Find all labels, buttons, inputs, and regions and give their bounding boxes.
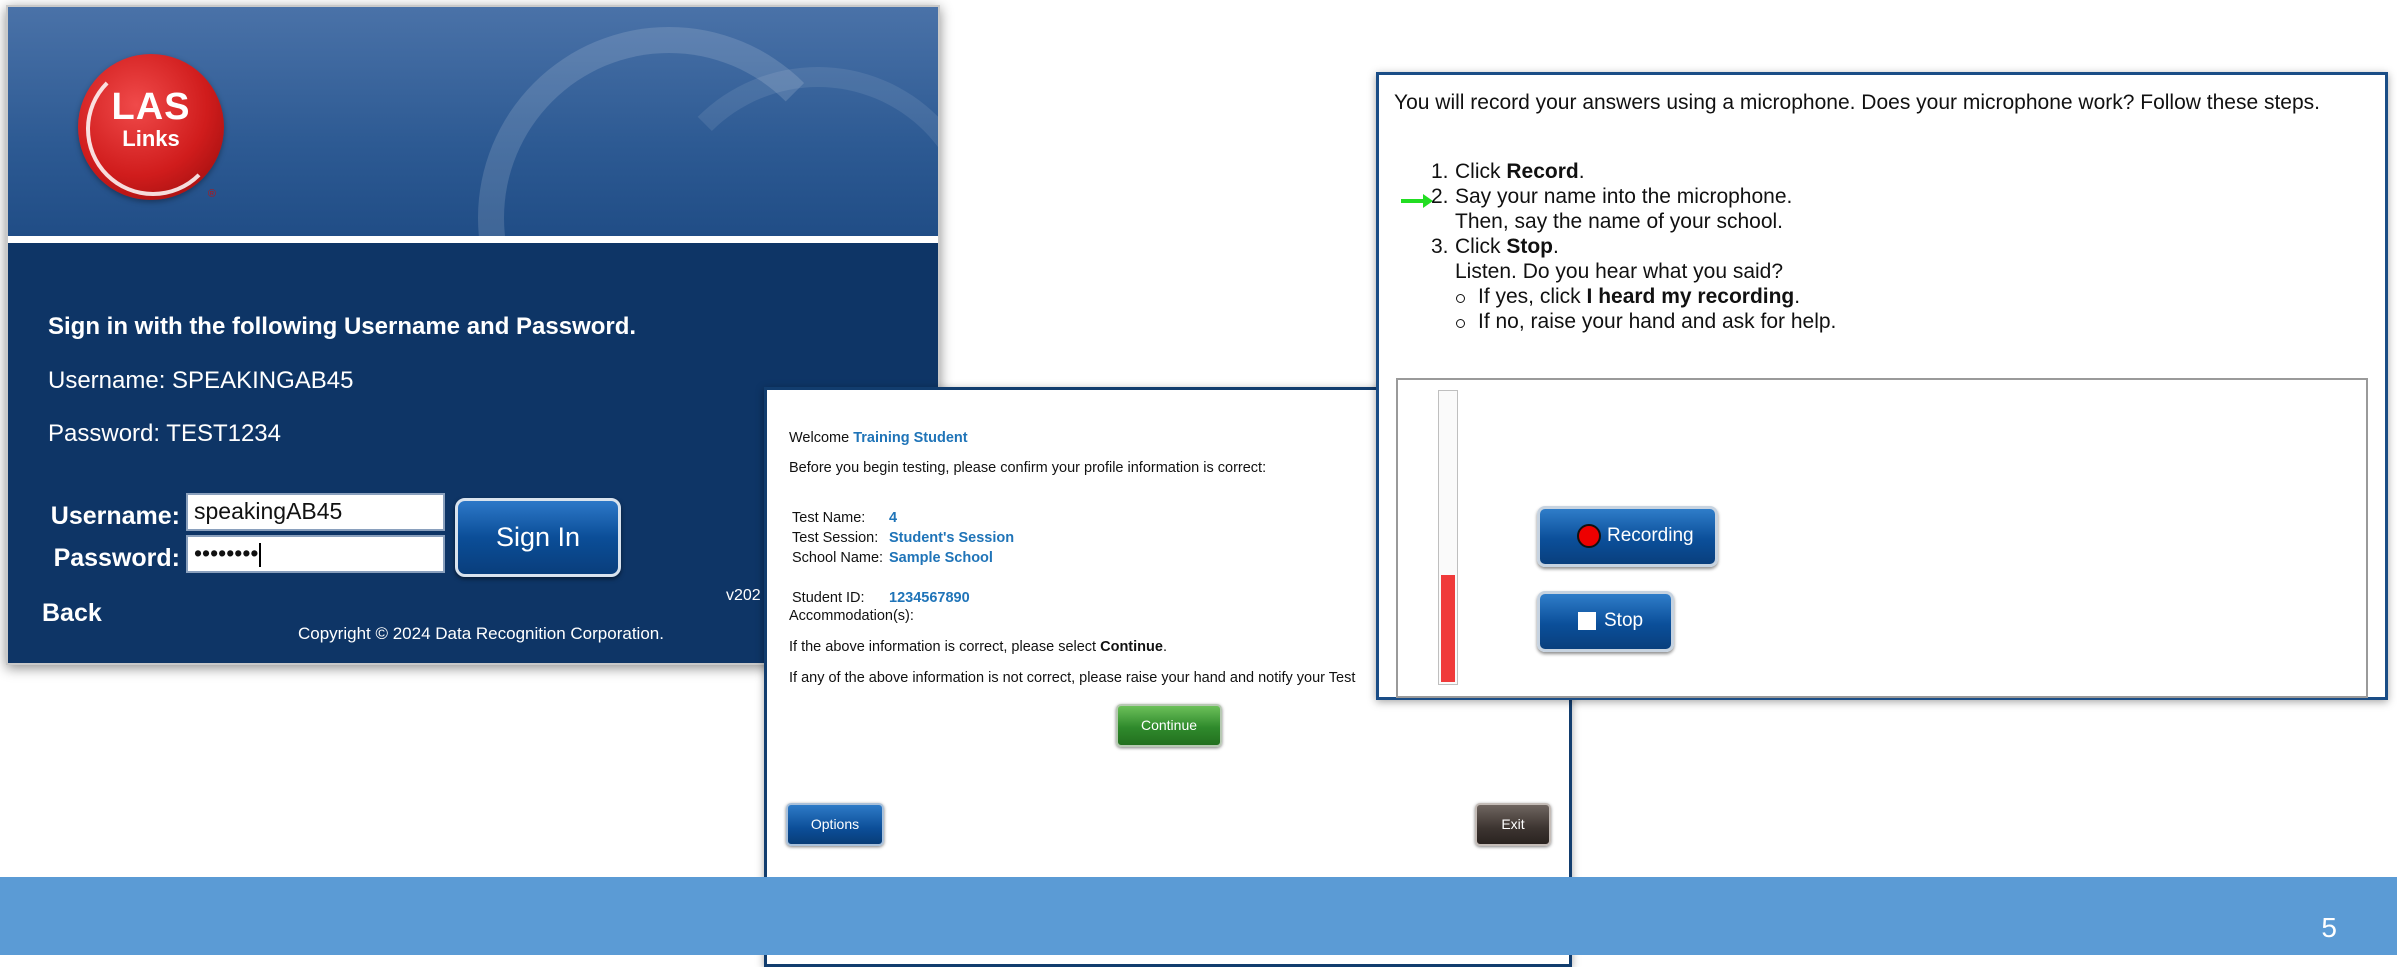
step-text: Click Record. xyxy=(1455,160,1585,184)
record-button[interactable]: Recording xyxy=(1537,506,1718,567)
login-header: LAS Links ® xyxy=(8,7,938,236)
student-name: Training Student xyxy=(853,430,968,446)
bullet-text-bold: I heard my recording xyxy=(1586,285,1795,308)
bullet-text: If no, raise your hand and ask for help. xyxy=(1478,310,1837,333)
continue-instruction-bold: Continue xyxy=(1100,639,1163,655)
password-label: Password: xyxy=(53,544,180,572)
current-step-arrow-icon xyxy=(1401,194,1433,208)
test-name-label: Test Name: xyxy=(792,510,866,526)
step-number: 3. xyxy=(1431,235,1449,258)
test-session-label: Test Session: xyxy=(792,530,879,546)
bullet-text-part: If yes, click xyxy=(1478,285,1587,308)
back-link[interactable]: Back xyxy=(42,599,102,628)
login-instruction: Sign in with the following Username and … xyxy=(48,313,637,340)
header-divider xyxy=(8,236,938,243)
step-text: Listen. Do you hear what you said? xyxy=(1455,260,1784,283)
test-session-value: Student's Session xyxy=(889,530,1015,546)
student-id-label: Student ID: xyxy=(792,590,865,606)
welcome-line: Welcome Training Student xyxy=(789,430,968,446)
stop-button-label: Stop xyxy=(1604,610,1644,631)
stop-button[interactable]: Stop xyxy=(1537,591,1674,652)
bullet-circle-icon xyxy=(1456,319,1465,328)
step-text: Click Stop. xyxy=(1455,235,1559,259)
continue-instruction: If the above information is correct, ple… xyxy=(789,639,1167,655)
recording-area: Recording Stop xyxy=(1396,378,2368,698)
test-name-value: 4 xyxy=(889,510,898,526)
username-input[interactable]: speakingAB45 xyxy=(186,493,445,531)
logo-ring xyxy=(86,62,220,196)
welcome-prefix: Welcome xyxy=(789,430,850,446)
school-name-label: School Name: xyxy=(792,550,884,566)
step-text-bold: Stop xyxy=(1506,235,1553,258)
continue-instruction-period: . xyxy=(1162,639,1167,655)
audio-level-fill xyxy=(1441,574,1455,682)
microphone-check-panel: You will record your answers using a mic… xyxy=(1376,72,2388,700)
sign-in-button[interactable]: Sign In xyxy=(455,498,621,577)
given-password: Password: TEST1234 xyxy=(48,420,282,447)
school-name-value: Sample School xyxy=(889,550,993,566)
slide-page-number: 5 xyxy=(2321,912,2337,943)
continue-button[interactable]: Continue xyxy=(1116,704,1222,747)
continue-instruction-text: If the above information is correct, ple… xyxy=(789,639,1097,655)
step-text-end: . xyxy=(1578,160,1585,183)
step-text-end: . xyxy=(1553,235,1559,258)
mic-instruction: You will record your answers using a mic… xyxy=(1394,91,2320,114)
confirm-instruction: Before you begin testing, please confirm… xyxy=(789,460,1267,476)
username-label: Username: xyxy=(50,502,180,530)
copyright-text: Copyright © 2024 Data Recognition Corpor… xyxy=(298,624,664,643)
step-text-bold: Record xyxy=(1506,160,1579,183)
exit-button[interactable]: Exit xyxy=(1475,803,1551,846)
slide-footer-bar xyxy=(0,877,2397,955)
password-value: •••••••• xyxy=(194,540,259,566)
step-text: Say your name into the microphone. xyxy=(1455,185,1793,208)
incorrect-info-instruction: If any of the above information is not c… xyxy=(789,670,1356,686)
options-button[interactable]: Options xyxy=(786,803,884,846)
step-number: 2. xyxy=(1431,185,1449,208)
las-links-logo-icon: LAS Links ® xyxy=(78,54,224,200)
logo-registered-mark: ® xyxy=(207,188,216,200)
version-label: v202 xyxy=(726,587,761,604)
bullet-text-end: . xyxy=(1794,285,1801,308)
bullet-circle-icon xyxy=(1456,294,1465,303)
given-username: Username: SPEAKINGAB45 xyxy=(48,367,354,394)
record-button-label: Recording xyxy=(1607,525,1694,546)
password-input[interactable]: •••••••• xyxy=(186,535,445,573)
record-dot-icon xyxy=(1577,524,1601,548)
username-value: speakingAB45 xyxy=(194,498,343,524)
step-text-part: Click xyxy=(1455,160,1507,183)
student-id-value: 1234567890 xyxy=(889,590,970,606)
step-number: 1. xyxy=(1431,160,1449,183)
stop-square-icon xyxy=(1578,612,1596,630)
audio-level-meter xyxy=(1438,390,1458,685)
step-text-part: Click xyxy=(1455,235,1507,258)
accommodations-label: Accommodation(s): xyxy=(789,608,914,624)
bullet-text: If yes, click I heard my recording. xyxy=(1478,285,1800,309)
step-text: Then, say the name of your school. xyxy=(1455,210,1784,233)
text-caret xyxy=(259,542,262,567)
